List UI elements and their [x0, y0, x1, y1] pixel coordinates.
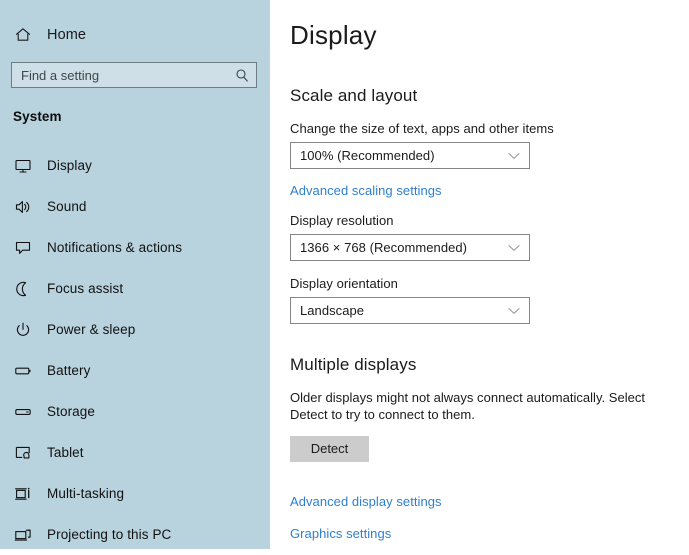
- sidebar-item-storage[interactable]: Storage: [0, 391, 270, 432]
- sidebar-item-tablet[interactable]: Tablet: [0, 432, 270, 473]
- home-icon: [13, 25, 33, 45]
- tablet-touch-icon: [13, 443, 33, 463]
- sidebar-item-label: Storage: [47, 404, 95, 419]
- orientation-dropdown[interactable]: Landscape: [290, 297, 530, 324]
- settings-window: Home System Displ: [0, 0, 689, 549]
- scale-field-label: Change the size of text, apps and other …: [290, 121, 554, 136]
- advanced-scaling-settings-link[interactable]: Advanced scaling settings: [290, 183, 689, 198]
- resolution-field-label: Display resolution: [290, 213, 394, 228]
- graphics-settings-link[interactable]: Graphics settings: [290, 526, 689, 541]
- sidebar-item-label: Focus assist: [47, 281, 124, 296]
- battery-icon: [13, 361, 33, 381]
- main-content: Display Scale and layout Change the size…: [270, 0, 689, 549]
- sidebar-item-label: Notifications & actions: [47, 240, 183, 255]
- multiple-displays-heading: Multiple displays: [290, 355, 417, 374]
- projecting-screens-icon: [13, 525, 33, 545]
- scale-dropdown[interactable]: 100% (Recommended): [290, 142, 530, 169]
- power-icon: [13, 320, 33, 340]
- chevron-down-icon: [508, 307, 520, 315]
- monitor-icon: [13, 156, 33, 176]
- sidebar-nav-list: Display Sound Notifications & actions Fo…: [0, 145, 270, 555]
- sidebar-item-label: Display: [47, 158, 92, 173]
- chevron-down-icon: [508, 244, 520, 252]
- sidebar-item-notifications[interactable]: Notifications & actions: [0, 227, 270, 268]
- advanced-display-settings-link[interactable]: Advanced display settings: [290, 494, 689, 509]
- resolution-dropdown[interactable]: 1366 × 768 (Recommended): [290, 234, 530, 261]
- sidebar-item-sound[interactable]: Sound: [0, 186, 270, 227]
- sidebar-item-battery[interactable]: Battery: [0, 350, 270, 391]
- page-title: Display: [290, 20, 377, 50]
- notification-bubble-icon: [13, 238, 33, 258]
- sidebar-item-home[interactable]: Home: [0, 20, 270, 50]
- speaker-icon: [13, 197, 33, 217]
- scale-dropdown-value: 100% (Recommended): [300, 148, 435, 163]
- sidebar: Home System Displ: [0, 0, 270, 549]
- orientation-field-label: Display orientation: [290, 276, 398, 291]
- sidebar-item-label: Power & sleep: [47, 322, 136, 337]
- sidebar-section-label: System: [13, 109, 62, 124]
- orientation-dropdown-value: Landscape: [300, 303, 365, 318]
- sidebar-home-label: Home: [47, 27, 87, 43]
- sidebar-item-label: Battery: [47, 363, 91, 378]
- detect-button[interactable]: Detect: [290, 436, 369, 462]
- sidebar-item-label: Sound: [47, 199, 87, 214]
- task-view-icon: [13, 484, 33, 504]
- moon-icon: [13, 279, 33, 299]
- search-box[interactable]: [11, 62, 257, 88]
- sidebar-item-label: Tablet: [47, 445, 84, 460]
- sidebar-item-power-sleep[interactable]: Power & sleep: [0, 309, 270, 350]
- sidebar-item-label: Projecting to this PC: [47, 527, 172, 542]
- search-input[interactable]: [12, 63, 256, 87]
- search-icon[interactable]: [235, 68, 249, 82]
- sidebar-item-label: Multi-tasking: [47, 486, 125, 501]
- sidebar-item-focus-assist[interactable]: Focus assist: [0, 268, 270, 309]
- scale-and-layout-heading: Scale and layout: [290, 86, 418, 105]
- sidebar-item-display[interactable]: Display: [0, 145, 270, 186]
- chevron-down-icon: [508, 152, 520, 160]
- storage-drive-icon: [13, 402, 33, 422]
- multiple-displays-description: Older displays might not always connect …: [290, 390, 646, 422]
- resolution-dropdown-value: 1366 × 768 (Recommended): [300, 240, 468, 255]
- sidebar-item-multi-tasking[interactable]: Multi-tasking: [0, 473, 270, 514]
